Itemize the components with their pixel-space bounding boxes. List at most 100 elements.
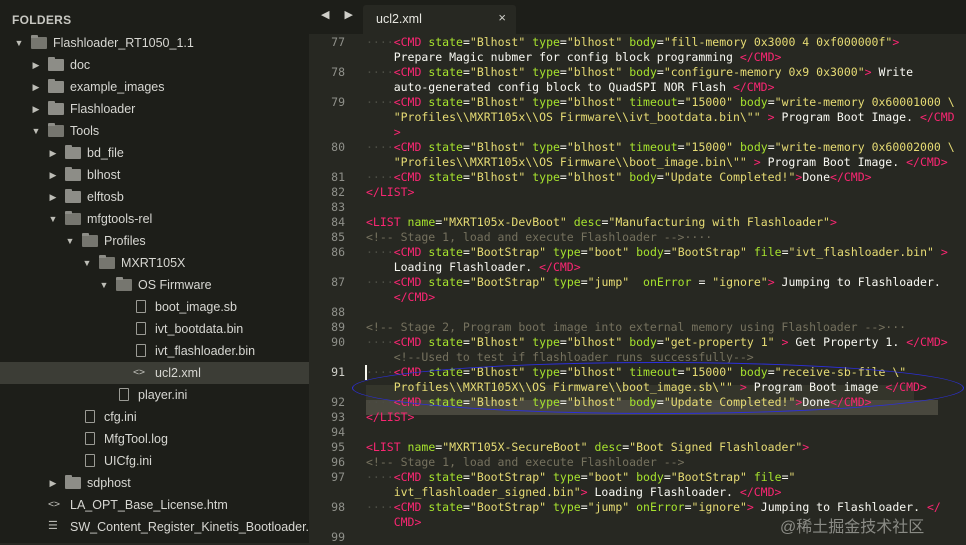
- code-line: auto-generated config block to QuadSPI N…: [366, 80, 775, 94]
- line-number: 85: [331, 230, 345, 244]
- folder-icon: [65, 211, 81, 225]
- folders-header: FOLDERS: [12, 13, 72, 27]
- tree-item[interactable]: ▶ example_images: [0, 76, 309, 98]
- code-line: ····<CMD state="Blhost" type="blhost" bo…: [366, 65, 914, 79]
- folder-icon: [99, 255, 115, 269]
- code-line: CMD>: [366, 515, 422, 529]
- line-number: 90: [331, 335, 345, 349]
- line-number: 77: [331, 35, 345, 49]
- tree-item-label: OS Firmware: [138, 278, 212, 292]
- line-number: 88: [331, 305, 345, 319]
- tree-item[interactable]: ▶ elftosb: [0, 186, 309, 208]
- tree-item[interactable]: ▼ Tools: [0, 120, 309, 142]
- line-number: 79: [331, 95, 345, 109]
- tree-item[interactable]: ivt_flashloader.bin: [0, 340, 309, 362]
- chevron-right-icon[interactable]: ▶: [48, 189, 58, 205]
- tree-item-label: Flashloader_RT1050_1.1: [53, 36, 194, 50]
- tree-item-label: boot_image.sb: [155, 300, 238, 314]
- line-number: 78: [331, 65, 345, 79]
- code-line: "Profiles\\MXRT105x\\OS Firmware\\ivt_bo…: [366, 110, 955, 124]
- chevron-down-icon[interactable]: ▼: [31, 123, 41, 139]
- tree-item[interactable]: ▼ MXRT105X: [0, 252, 309, 274]
- chevron-right-icon[interactable]: ▶: [48, 167, 58, 183]
- tree-item[interactable]: ▶ sdphost: [0, 472, 309, 494]
- file-icon: [85, 432, 95, 445]
- folder-icon: [48, 79, 64, 93]
- chevron-down-icon[interactable]: ▼: [48, 211, 58, 227]
- line-number: 89: [331, 320, 345, 334]
- tree-item[interactable]: player.ini: [0, 384, 309, 406]
- chevron-right-icon[interactable]: ▶: [48, 145, 58, 161]
- chevron-right-icon[interactable]: ▶: [31, 101, 41, 117]
- tree-item-label: ivt_bootdata.bin: [155, 322, 244, 336]
- tree-item-label: ucl2.xml: [155, 366, 201, 380]
- line-number: 84: [331, 215, 345, 229]
- line-number: 92: [331, 395, 345, 409]
- folder-icon: [65, 475, 81, 489]
- code-line: </LIST>: [366, 185, 415, 199]
- tree-item[interactable]: UICfg.ini: [0, 450, 309, 472]
- line-number: 83: [331, 200, 345, 214]
- tree-item[interactable]: ▶ blhost: [0, 164, 309, 186]
- tree-item-label: doc: [70, 58, 91, 72]
- line-number: 96: [331, 455, 345, 469]
- chevron-right-icon[interactable]: ▶: [31, 57, 41, 73]
- line-number: 98: [331, 500, 345, 514]
- tree-item[interactable]: boot_image.sb: [0, 296, 309, 318]
- file-icon: [136, 344, 146, 357]
- chevron-down-icon[interactable]: ▼: [82, 255, 92, 271]
- tree-item-label: sdphost: [87, 476, 131, 490]
- code-line: ····<CMD state="BootStrap" type="boot" b…: [366, 245, 948, 259]
- tree-item[interactable]: ▼ Profiles: [0, 230, 309, 252]
- tree-item-label: bd_file: [87, 146, 124, 160]
- folder-icon: [82, 233, 98, 247]
- tree-item-label: ivt_flashloader.bin: [155, 344, 256, 358]
- text-cursor: [365, 365, 367, 380]
- line-number: 95: [331, 440, 345, 454]
- code-line: ····<CMD state="Blhost" type="blhost" bo…: [366, 35, 900, 49]
- tree-item-label: blhost: [87, 168, 121, 182]
- code-line: Loading Flashloader. </CMD>: [366, 260, 581, 274]
- code-editor[interactable]: ····<CMD state="Blhost" type="blhost" bo…: [360, 34, 966, 543]
- chevron-right-icon[interactable]: ▶: [31, 79, 41, 95]
- tree-item-label: example_images: [70, 80, 165, 94]
- tree-item[interactable]: ▼ OS Firmware: [0, 274, 309, 296]
- line-number: 87: [331, 275, 345, 289]
- code-line: Prepare Magic nubmer for config block pr…: [366, 50, 782, 64]
- file-icon: [136, 322, 146, 335]
- tab-ucl2-xml[interactable]: ucl2.xml ×: [363, 5, 516, 34]
- tree-item[interactable]: MfgTool.log: [0, 428, 309, 450]
- tree-item[interactable]: ▼ mfgtools-rel: [0, 208, 309, 230]
- tree-item[interactable]: <> ucl2.xml: [0, 362, 309, 384]
- folder-icon: [65, 167, 81, 181]
- code-file-icon: <>: [48, 499, 61, 510]
- code-line: <!-- Stage 1, load and execute Flashload…: [366, 455, 685, 469]
- tree-item[interactable]: ▶ doc: [0, 54, 309, 76]
- file-icon: [85, 410, 95, 423]
- chevron-down-icon[interactable]: ▼: [99, 277, 109, 293]
- tree-item[interactable]: ivt_bootdata.bin: [0, 318, 309, 340]
- watermark: @稀土掘金技术社区: [780, 519, 925, 536]
- line-number: 82: [331, 185, 345, 199]
- tree-item[interactable]: cfg.ini: [0, 406, 309, 428]
- tab-nav-arrows[interactable]: ◀ ▶: [321, 8, 359, 21]
- chevron-right-icon[interactable]: ▶: [48, 475, 58, 491]
- code-line: ····<CMD state="Blhost" type="blhost" ti…: [366, 95, 955, 109]
- tree-item[interactable]: <> LA_OPT_Base_License.htm: [0, 494, 309, 516]
- chevron-down-icon[interactable]: ▼: [65, 233, 75, 249]
- folder-icon: [116, 277, 132, 291]
- line-number: 94: [331, 425, 345, 439]
- tree-item[interactable]: ▶ Flashloader: [0, 98, 309, 120]
- tree-item[interactable]: ▶ bd_file: [0, 142, 309, 164]
- line-number: 80: [331, 140, 345, 154]
- chevron-down-icon[interactable]: ▼: [14, 35, 24, 51]
- code-line: ····<CMD state="BootStrap" type="jump" o…: [366, 275, 948, 289]
- folder-icon: [65, 145, 81, 159]
- tree-item[interactable]: ▼ Flashloader_RT1050_1.1: [0, 32, 309, 54]
- tree-item-label: Tools: [70, 124, 100, 138]
- code-line: <LIST name="MXRT105x-DevBoot" desc="Manu…: [366, 215, 837, 229]
- tree-item[interactable]: ☰ SW_Content_Register_Kinetis_Bootloader.…: [0, 516, 309, 538]
- close-icon[interactable]: ×: [498, 10, 506, 25]
- tab-bar: ◀ ▶ ucl2.xml ×: [309, 0, 966, 34]
- code-line: ····<CMD state="BootStrap" type="boot" b…: [366, 470, 796, 484]
